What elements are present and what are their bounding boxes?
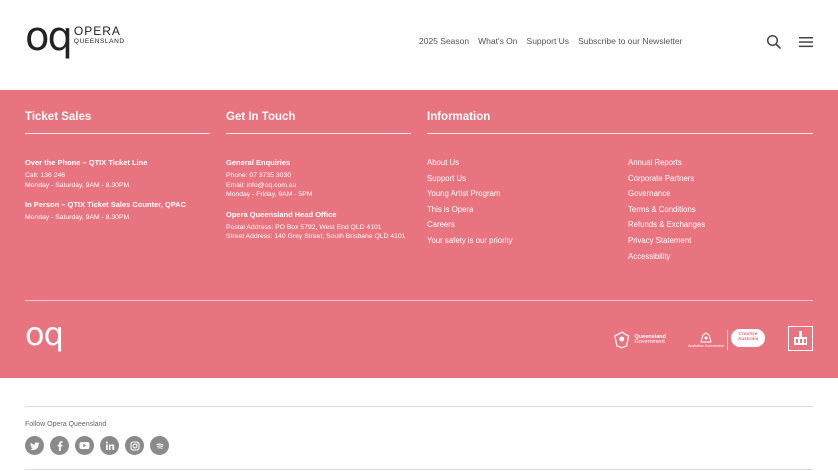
information-links-right: Annual Reports Corporate Partners Govern… [628,155,705,264]
creative-australia-text: Creative Australia [737,332,759,342]
information-divider [427,133,813,134]
information-title: Information [427,111,491,123]
get-in-touch-content: General Enquiries Phone: 07 3735 3030 Em… [226,158,414,242]
street-address: Street Address: 140 Grey Street, South B… [226,233,406,240]
link-privacy-statement[interactable]: Privacy Statement [628,233,705,249]
creative-australia-logo[interactable]: Creative Australia [731,329,765,347]
ticket-sales-content: Over the Phone – QTIX Ticket Line Call: … [25,158,215,223]
get-in-touch-title: Get In Touch [226,111,296,123]
opera-queensland-logo[interactable]: oq OPERA QUEENSLAND [25,14,125,60]
aus-gov-label: Australian Government [688,344,724,348]
queensland-government-logo[interactable]: Queensland Government [612,328,666,352]
instagram-icon[interactable] [125,436,144,455]
logo-wordmark: OPERA QUEENSLAND [74,25,125,46]
link-this-is-opera[interactable]: This is Opera [427,202,513,218]
nav-2025-season[interactable]: 2025 Season [419,36,469,46]
link-governance[interactable]: Governance [628,186,705,202]
spotify-icon[interactable] [150,436,169,455]
social-bottom-divider [25,469,813,470]
social-links [25,436,169,455]
search-icon[interactable] [766,34,782,50]
contact-email[interactable]: Email: info@oq.com.au [226,181,414,191]
qld-gov-line2: Government [634,339,665,345]
link-support-us[interactable]: Support Us [427,171,513,187]
follow-label: Follow Opera Queensland [25,421,107,428]
youtube-icon[interactable] [75,436,94,455]
main-nav: 2025 Season What's On Support Us Subscri… [419,36,682,46]
phone-ticket-number[interactable]: Call: 136 246 [25,171,215,181]
footer-main: Ticket Sales Over the Phone – QTIX Ticke… [0,90,838,378]
phone-ticket-hours: Monday - Saturday, 9AM - 8.30PM [25,181,130,189]
link-young-artist-program[interactable]: Young Artist Program [427,186,513,202]
link-about-us[interactable]: About Us [427,155,513,171]
phone-ticket-heading: Over the Phone – QTIX Ticket Line [25,158,148,167]
brisbane-city-council-logo[interactable] [788,326,813,351]
australian-crest-icon [700,332,712,343]
link-corporate-partners[interactable]: Corporate Partners [628,171,705,187]
nav-subscribe-newsletter[interactable]: Subscribe to our Newsletter [578,36,682,46]
link-accessibility[interactable]: Accessibility [628,249,705,265]
social-top-divider [25,406,813,407]
linkedin-icon[interactable] [100,436,119,455]
link-your-safety[interactable]: Your safety is our priority [427,233,513,249]
logo-opera-text: OPERA [73,24,121,38]
australian-government-logo[interactable]: Australian Government [688,328,724,352]
ticket-sales-divider [25,133,210,134]
logo-queensland-text: QUEENSLAND [73,38,125,45]
city-hall-icon [794,331,807,345]
information-links-left: About Us Support Us Young Artist Program… [427,155,513,249]
general-enquiries-heading: General Enquiries [226,158,291,167]
link-careers[interactable]: Careers [427,217,513,233]
twitter-icon[interactable] [25,436,44,455]
link-terms-conditions[interactable]: Terms & Conditions [628,202,705,218]
ticket-sales-title: Ticket Sales [25,111,92,123]
partner-separator [727,330,729,350]
postal-address: Postal Address: PO Box 5792, West End QL… [226,223,382,231]
contact-hours: Monday - Friday, 9AM - 5PM [226,191,313,198]
queensland-crest-icon [614,331,630,349]
facebook-icon[interactable] [50,436,69,455]
link-refunds-exchanges[interactable]: Refunds & Exchanges [628,217,705,233]
hamburger-menu-icon[interactable] [798,34,814,50]
footer-divider [25,300,813,301]
nav-whats-on[interactable]: What's On [478,36,517,46]
nav-support-us[interactable]: Support Us [527,36,570,46]
in-person-hours: Monday - Saturday, 9AM - 8.30PM [25,214,130,221]
contact-phone[interactable]: Phone: 07 3735 3030 [226,171,414,181]
in-person-heading: In Person – QTIX Ticket Sales Counter, Q… [25,200,187,209]
link-annual-reports[interactable]: Annual Reports [628,155,705,171]
head-office-heading: Opera Queensland Head Office [226,209,337,219]
logo-mark: oq [25,14,73,60]
get-in-touch-divider [226,133,411,134]
site-header: oq OPERA QUEENSLAND 2025 Season What's O… [0,0,838,90]
footer-oq-logo[interactable]: oq [25,318,64,350]
